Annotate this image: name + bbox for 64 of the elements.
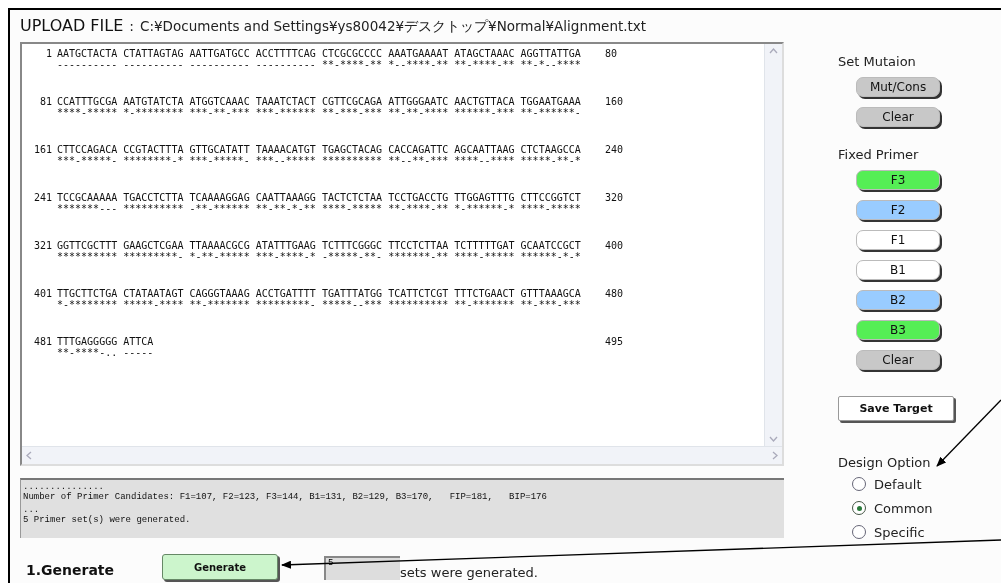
option-label[interactable]: Common bbox=[874, 500, 933, 516]
primer-button[interactable]: F2 bbox=[856, 200, 941, 220]
primer-button[interactable]: B1 bbox=[856, 260, 941, 280]
primer-button[interactable]: B3 bbox=[856, 320, 941, 340]
primer-button[interactable]: B2 bbox=[856, 290, 941, 310]
radio-button[interactable] bbox=[852, 501, 867, 515]
count-field[interactable]: 5 bbox=[324, 556, 400, 580]
section-heading: Design Option bbox=[838, 455, 931, 470]
consensus-line: **-****-.. ----- bbox=[57, 347, 155, 358]
position-number: 240 bbox=[604, 144, 625, 155]
position-number: 321 bbox=[32, 240, 52, 251]
upload-label: UPLOAD FILE bbox=[20, 16, 124, 35]
primer-button[interactable]: Clear bbox=[856, 350, 941, 370]
position-number: 480 bbox=[604, 288, 625, 299]
primer-button[interactable]: Mut/Cons bbox=[856, 77, 941, 97]
position-number: 320 bbox=[604, 192, 625, 203]
separator-colon: : bbox=[129, 18, 135, 34]
position-number: 481 bbox=[32, 336, 52, 347]
option-label[interactable]: Specific bbox=[874, 524, 925, 540]
position-number: 400 bbox=[604, 240, 625, 251]
position-number: 495 bbox=[604, 336, 625, 347]
position-number: 161 bbox=[32, 144, 52, 155]
save-target-button[interactable]: Save Target bbox=[838, 396, 955, 421]
step-label: 1.Generate bbox=[25, 562, 116, 580]
horizontal-scrollbar[interactable] bbox=[22, 446, 783, 464]
log-line: ... bbox=[23, 505, 41, 515]
consensus-line: *******--- ********** -**-****** **-**-*-** ****-***** **-****-** *-******-* ****-***** bbox=[57, 203, 582, 214]
generate-button[interactable]: Generate bbox=[162, 554, 278, 580]
consensus-line: ***-*****- ********-* ***-*****- ***--***** ********** **--**-*** ****--**** *****-**-* bbox=[57, 155, 582, 166]
sequence-line: CTTCCAGACA CCGTACTTTA GTTGCATATT TAAAACATGT TGAGCTACAG CACCAGATTC AGCAATTAAG CTCTAAGCCA bbox=[57, 144, 582, 155]
radio-button[interactable] bbox=[852, 525, 867, 539]
log-line: ............... bbox=[23, 482, 105, 492]
log-line: 5 Primer set(s) were generated. bbox=[23, 515, 192, 525]
position-number: 80 bbox=[604, 48, 619, 59]
option-label[interactable]: Default bbox=[874, 476, 922, 492]
position-number: 81 bbox=[38, 96, 52, 107]
radio-button[interactable] bbox=[852, 477, 867, 491]
file-path: C:¥Documents and Settings¥ys80042¥デスクトップ¥Normal¥Alignment.txt bbox=[140, 18, 647, 34]
consensus-line: *-******** *****-**** **-******* *********- *****--*** ********** **-******* **-***-*** bbox=[57, 299, 582, 310]
scroll-right-icon[interactable] bbox=[772, 451, 779, 460]
consensus-line: ---------- ---------- ---------- ---------- **-****-** *--****-** **-****-** **-*--**** bbox=[57, 59, 582, 70]
scroll-down-icon[interactable] bbox=[769, 436, 779, 442]
sequence-line: TTGCTTCTGA CTATAATAGT CAGGGTAAAG ACCTGATTTT TGATTTATGG TCATTCTCGT TTTCTGAACT GTTTAAAGCA bbox=[57, 288, 582, 299]
position-number: 401 bbox=[32, 288, 52, 299]
sequence-line: TCCGCAAAAA TGACCTCTTA TCAAAAGGAG CAATTAAAGG TACTCTCTAA TCCTGACCTG TTGGAGTTTG CTTCCGGTCT bbox=[57, 192, 582, 203]
position-number: 241 bbox=[32, 192, 52, 203]
section-heading: Set Mutaion bbox=[838, 54, 916, 69]
scroll-up-icon[interactable] bbox=[769, 48, 779, 54]
sequence-line: GGTTCGCTTT GAAGCTCGAA TTAAAACGCG ATATTTGAAG TCTTTCGGGC TTCCTCTTAA TCTTTTTGAT GCAATCCGCT bbox=[57, 240, 582, 251]
log-line: Number of Primer Candidates: F1=107, F2=123, F3=144, B1=131, B2=129, B3=170, FIP=181, BIP=176 bbox=[23, 492, 548, 502]
primer-button[interactable]: F3 bbox=[856, 170, 941, 190]
consensus-line: ****-***** *-******** ***-**-*** ***-****** **-***-*** **-**-**** ******-*** **-******- bbox=[57, 107, 582, 118]
sequence-line: AATGCTACTA CTATTAGTAG AATTGATGCC ACCTTTTCAG CTCGCGCCCC AAATGAAAAT ATAGCTAAAC AGGTTATTGA bbox=[57, 48, 582, 59]
result-message: sets were generated. bbox=[400, 565, 538, 580]
position-number: 1 bbox=[44, 48, 52, 59]
vertical-scrollbar[interactable] bbox=[764, 44, 783, 446]
position-number: 160 bbox=[604, 96, 625, 107]
primer-button[interactable]: F1 bbox=[856, 230, 941, 250]
section-heading: Fixed Primer bbox=[838, 147, 919, 162]
primer-button[interactable]: Clear bbox=[856, 107, 941, 127]
consensus-line: ********** *********- *-**-***** ***-****-* -*****-**- *******-** ****-***** ******-*-* bbox=[57, 251, 582, 262]
scroll-left-icon[interactable] bbox=[26, 451, 32, 460]
sequence-line: TTTGAGGGGG ATTCA bbox=[57, 336, 155, 347]
sequence-line: CCATTTGCGA AATGTATCTA ATGGTCAAAC TAAATCTACT CGTTCGCAGA ATTGGGAATC AACTGTTACA TGGAATGAAA bbox=[57, 96, 582, 107]
